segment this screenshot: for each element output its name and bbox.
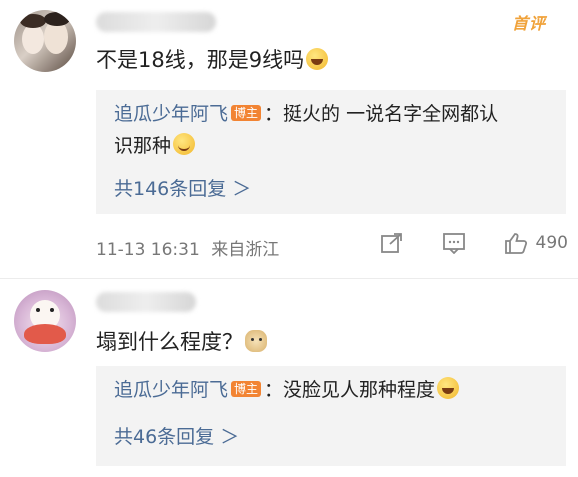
blogger-badge: 博主 [231, 105, 262, 121]
reply-author[interactable]: 追瓜少年阿飞 [114, 379, 228, 401]
avatar[interactable] [14, 10, 76, 72]
doge-emoji-icon [245, 330, 267, 352]
username[interactable] [96, 12, 216, 32]
blogger-badge: 博主 [231, 381, 262, 397]
comment-actions: 490 [342, 232, 568, 255]
smile-emoji-icon [173, 133, 196, 155]
comment-time: 11-13 16:31 [96, 240, 200, 260]
avatar[interactable] [14, 290, 76, 352]
laugh-emoji-icon [306, 48, 329, 70]
more-replies-link[interactable]: 共46条回复 ＞ [114, 422, 239, 449]
like-count: 490 [535, 233, 568, 253]
laugh-emoji-icon [437, 377, 460, 399]
comment-text: 不是18线，那是9线吗 [96, 44, 329, 74]
reply-line-2: 识那种 [114, 130, 552, 162]
reply-preview[interactable]: 追瓜少年阿飞 博主 ：没脸见人那种程度 共46条回复 ＞ [96, 366, 566, 466]
comment-item: 塌到什么程度？ 追瓜少年阿飞 博主 ：没脸见人那种程度 共46条回复 ＞ [0, 280, 578, 477]
reply-author[interactable]: 追瓜少年阿飞 [114, 103, 228, 125]
comment-location: 来自浙江 [211, 240, 280, 260]
comment-text: 塌到什么程度？ [96, 326, 267, 356]
reply-line: 追瓜少年阿飞 博主 ：没脸见人那种程度 [114, 374, 552, 406]
forward-icon[interactable] [380, 232, 404, 254]
comment-item: 首评 不是18线，那是9线吗 追瓜少年阿飞 博主 ：挺火的 一说名字全网都认 识那种… [0, 0, 578, 275]
reply-line: 追瓜少年阿飞 博主 ：挺火的 一说名字全网都认 [114, 103, 499, 125]
comment-icon[interactable] [442, 232, 466, 255]
like-icon[interactable] [504, 232, 528, 254]
divider [0, 278, 578, 279]
username[interactable] [96, 292, 196, 312]
reply-preview[interactable]: 追瓜少年阿飞 博主 ：挺火的 一说名字全网都认 识那种 共146条回复 ＞ [96, 90, 566, 214]
comment-meta: 11-13 16:31 来自浙江 [96, 235, 279, 260]
more-replies-link[interactable]: 共146条回复 ＞ [114, 174, 251, 201]
first-comment-badge: 首评 [511, 14, 546, 33]
